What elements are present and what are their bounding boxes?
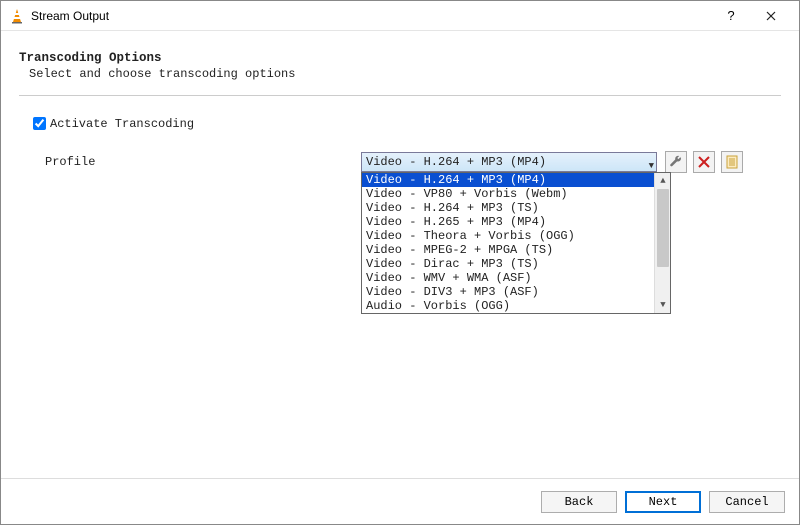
edit-profile-button[interactable]	[665, 151, 687, 173]
profile-option[interactable]: Video - VP80 + Vorbis (Webm)	[362, 187, 654, 201]
profile-selected-value: Video - H.264 + MP3 (MP4)	[366, 155, 546, 169]
profile-option[interactable]: Audio - Vorbis (OGG)	[362, 299, 654, 313]
footer: Back Next Cancel	[1, 478, 799, 524]
section-heading: Transcoding Options	[19, 51, 781, 65]
wrench-icon	[669, 155, 683, 169]
scroll-thumb[interactable]	[657, 189, 669, 267]
cancel-button[interactable]: Cancel	[709, 491, 785, 513]
profile-dropdown: Video - H.264 + MP3 (MP4)Video - VP80 + …	[361, 172, 671, 314]
profile-option[interactable]: Video - H.264 + MP3 (MP4)	[362, 173, 654, 187]
scroll-down-icon[interactable]: ▼	[655, 297, 671, 313]
new-document-icon	[725, 155, 739, 169]
back-button[interactable]: Back	[541, 491, 617, 513]
delete-x-icon	[698, 156, 710, 168]
profile-option[interactable]: Video - WMV + WMA (ASF)	[362, 271, 654, 285]
profile-option[interactable]: Video - DIV3 + MP3 (ASF)	[362, 285, 654, 299]
next-button[interactable]: Next	[625, 491, 701, 513]
divider	[19, 95, 781, 96]
dropdown-scrollbar[interactable]: ▲ ▼	[654, 173, 670, 313]
activate-transcoding-label: Activate Transcoding	[50, 117, 194, 131]
new-profile-button[interactable]	[721, 151, 743, 173]
close-button[interactable]	[751, 1, 791, 31]
titlebar: Stream Output ?	[1, 1, 799, 31]
scroll-up-icon[interactable]: ▲	[655, 173, 671, 189]
activate-transcoding-checkbox[interactable]	[33, 117, 46, 130]
profile-label: Profile	[45, 155, 361, 169]
profile-option[interactable]: Video - H.264 + MP3 (TS)	[362, 201, 654, 215]
delete-profile-button[interactable]	[693, 151, 715, 173]
help-button[interactable]: ?	[711, 1, 751, 31]
vlc-cone-icon	[9, 8, 25, 24]
profile-option[interactable]: Video - H.265 + MP3 (MP4)	[362, 215, 654, 229]
window-title: Stream Output	[31, 9, 109, 23]
section-subtitle: Select and choose transcoding options	[29, 67, 781, 81]
profile-option[interactable]: Video - Theora + Vorbis (OGG)	[362, 229, 654, 243]
profile-option[interactable]: Video - MPEG-2 + MPGA (TS)	[362, 243, 654, 257]
profile-select[interactable]: Video - H.264 + MP3 (MP4) ▼	[361, 152, 657, 172]
profile-option[interactable]: Video - Dirac + MP3 (TS)	[362, 257, 654, 271]
